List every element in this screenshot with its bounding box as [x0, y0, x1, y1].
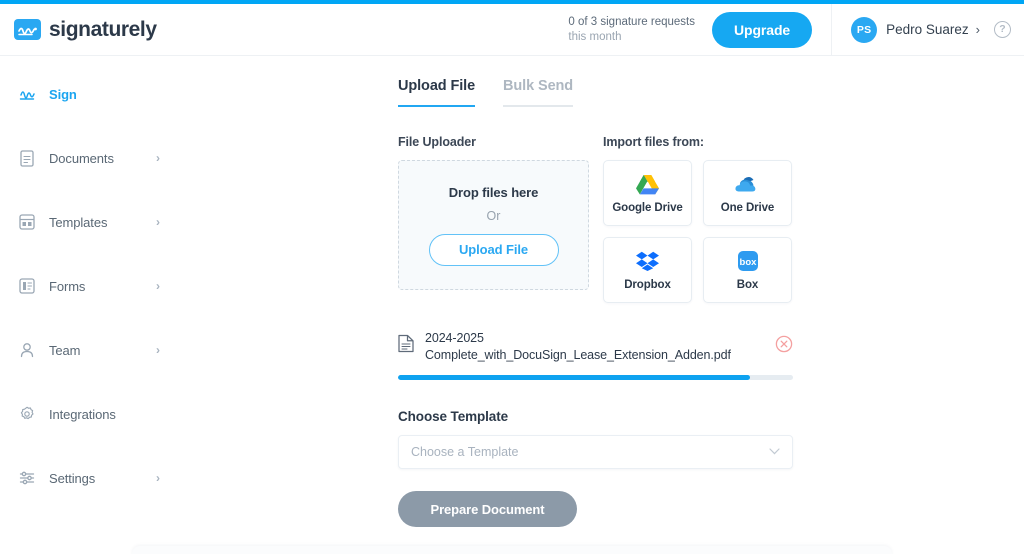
sidebar-item-label: Settings [49, 470, 96, 486]
dropzone[interactable]: Drop files here Or Upload File [398, 160, 589, 290]
dropbox-icon [636, 249, 659, 273]
page-bottom-edge [132, 546, 892, 554]
file-name-line-2: Complete_with_DocuSign_Lease_Extension_A… [425, 348, 731, 362]
file-name-line-1: 2024-2025 [425, 331, 484, 345]
sidebar-item-label: Integrations [49, 406, 116, 422]
tab-bulk-send[interactable]: Bulk Send [503, 78, 573, 107]
import-one-drive[interactable]: One Drive [703, 160, 792, 226]
import-box[interactable]: box Box [703, 237, 792, 303]
import-files-label: Import files from: [603, 135, 704, 149]
chevron-down-icon [769, 446, 780, 458]
uploaded-file-row: 2024-2025 Complete_with_DocuSign_Lease_E… [398, 330, 793, 364]
user-icon [18, 341, 36, 359]
file-uploader-column: File Uploader Drop files here Or Upload … [398, 135, 589, 303]
import-dropbox[interactable]: Dropbox [603, 237, 692, 303]
header-right-group: 0 of 3 signature requests this month Upg… [568, 3, 1024, 56]
import-column: Import files from: Google Drive One Driv… [603, 135, 794, 303]
upload-progress-track [398, 375, 793, 380]
chevron-right-icon: › [156, 343, 160, 357]
import-source-label: Dropbox [624, 279, 671, 291]
import-source-label: One Drive [720, 202, 775, 214]
signature-icon [18, 85, 36, 103]
box-icon: box [736, 249, 760, 273]
sidebar-item-templates[interactable]: Templates › [0, 206, 180, 238]
upload-file-button[interactable]: Upload File [428, 233, 559, 266]
chevron-right-icon: › [156, 471, 160, 485]
svg-text:box: box [739, 257, 757, 268]
sidebar-item-forms[interactable]: Forms › [0, 270, 180, 302]
document-icon [18, 149, 36, 167]
nav-gap [0, 430, 180, 462]
template-select[interactable]: Choose a Template [398, 435, 793, 469]
brand-logo[interactable]: signaturely [14, 18, 157, 42]
header-divider [831, 3, 833, 56]
form-icon [18, 277, 36, 295]
chevron-right-icon: › [156, 215, 160, 229]
quota-line-2: this month [568, 30, 622, 43]
prepare-document-button[interactable]: Prepare Document [398, 491, 577, 527]
upload-progress-fill [398, 375, 750, 380]
template-select-placeholder: Choose a Template [411, 445, 519, 459]
sidebar-item-sign[interactable]: Sign [0, 78, 180, 110]
nav-gap [0, 174, 180, 206]
google-drive-icon [636, 172, 659, 196]
avatar: PS [851, 16, 878, 43]
template-icon [18, 213, 36, 231]
nav-gap [0, 238, 180, 270]
sidebar-item-label: Forms [49, 278, 86, 294]
sliders-icon [18, 469, 36, 487]
import-source-label: Google Drive [612, 202, 683, 214]
app-header: signaturely 0 of 3 signature requests th… [0, 3, 1024, 56]
user-menu[interactable]: PS Pedro Suarez › ? [851, 16, 1011, 43]
main-content: Upload File Bulk Send File Uploader Drop… [398, 78, 818, 527]
pdf-file-icon [398, 334, 414, 358]
import-source-label: Box [736, 279, 759, 291]
signature-logo-icon [14, 19, 41, 40]
sidebar-item-settings[interactable]: Settings › [0, 462, 180, 494]
tab-bar: Upload File Bulk Send [398, 78, 818, 107]
tab-upload-file[interactable]: Upload File [398, 78, 475, 107]
file-uploader-label: File Uploader [398, 135, 476, 149]
sidebar-nav: Sign Documents › Templates › Forms › Tea… [0, 78, 180, 494]
import-sources-grid: Google Drive One Drive Dropbox box Box [603, 160, 794, 303]
dropzone-or-label: Or [486, 208, 501, 223]
sidebar-item-label: Team [49, 342, 81, 358]
nav-gap [0, 366, 180, 398]
gear-icon [18, 405, 36, 423]
brand-name: signaturely [49, 17, 157, 41]
help-icon[interactable]: ? [994, 21, 1011, 38]
chevron-right-icon: › [156, 279, 160, 293]
signature-quota: 0 of 3 signature requests this month [568, 15, 695, 45]
sidebar-item-documents[interactable]: Documents › [0, 142, 180, 174]
chevron-right-icon: › [156, 151, 160, 165]
upgrade-button[interactable]: Upgrade [712, 11, 813, 48]
choose-template-label: Choose Template [398, 409, 509, 424]
app-window: signaturely 0 of 3 signature requests th… [0, 0, 1024, 554]
nav-gap [0, 110, 180, 142]
sidebar-item-label: Templates [49, 214, 108, 230]
dropzone-title: Drop files here [448, 184, 539, 200]
user-name: Pedro Suarez [886, 22, 969, 37]
upload-section: File Uploader Drop files here Or Upload … [398, 135, 818, 303]
sidebar-item-label: Sign [49, 86, 77, 102]
sidebar-item-integrations[interactable]: Integrations [0, 398, 180, 430]
chevron-right-icon: › [975, 22, 980, 37]
quota-line-1: 0 of 3 signature requests [568, 15, 695, 28]
remove-file-button[interactable] [775, 335, 793, 353]
import-google-drive[interactable]: Google Drive [603, 160, 692, 226]
nav-gap [0, 302, 180, 334]
sidebar-item-team[interactable]: Team › [0, 334, 180, 366]
uploaded-file-name: 2024-2025 Complete_with_DocuSign_Lease_E… [425, 330, 731, 364]
sidebar-item-label: Documents [49, 150, 114, 166]
one-drive-icon [734, 172, 761, 196]
